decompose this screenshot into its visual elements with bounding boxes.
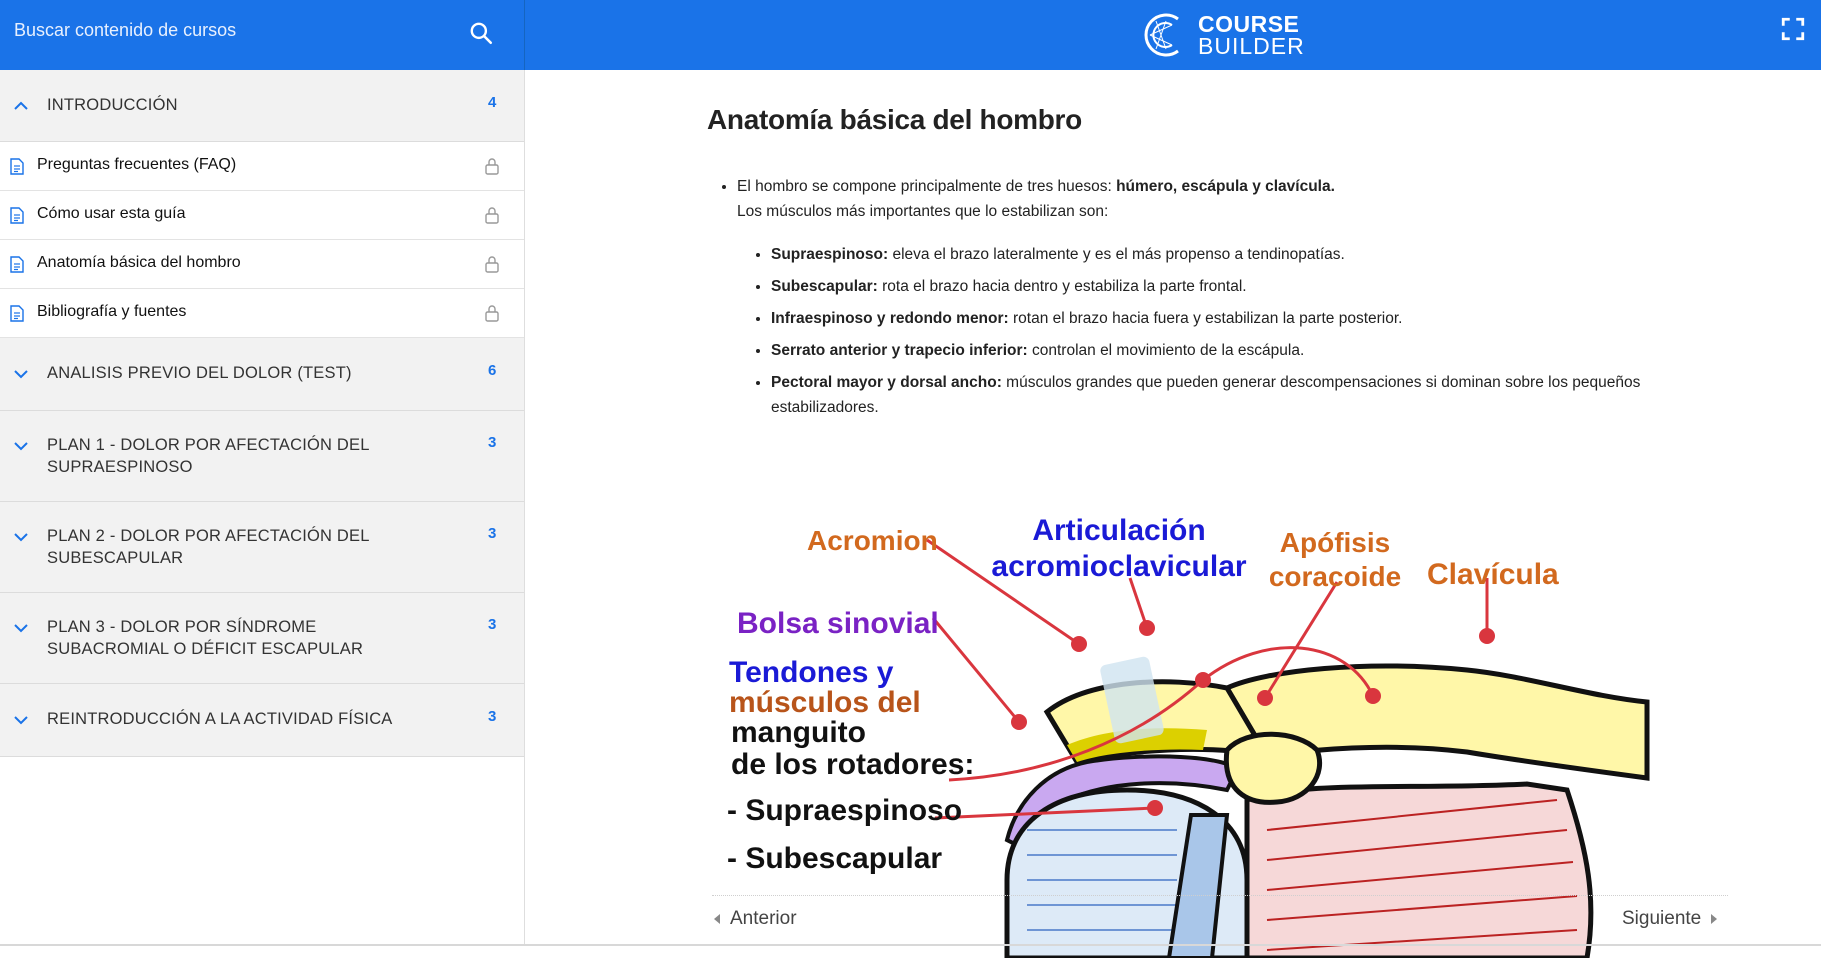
lesson-anatomia[interactable]: Anatomía básica del hombro bbox=[0, 240, 524, 289]
page-title: Anatomía básica del hombro bbox=[707, 104, 1082, 135]
label-tendones-1: Tendones y bbox=[729, 656, 894, 689]
chevron-down-icon[interactable] bbox=[12, 619, 30, 637]
section-count: 3 bbox=[488, 434, 497, 451]
document-icon bbox=[10, 305, 24, 322]
lesson-content: Anatomía básica del hombro El hombro se … bbox=[526, 70, 1821, 958]
muscle-desc: rota el brazo hacia dentro y estabiliza … bbox=[877, 278, 1247, 295]
label-articulacion-1: Articulación bbox=[1032, 514, 1205, 547]
label-acromion: Acromion bbox=[807, 525, 938, 556]
section-count: 6 bbox=[488, 362, 497, 379]
next-label: Siguiente bbox=[1622, 908, 1702, 929]
label-clavicula: Clavícula bbox=[1427, 558, 1559, 591]
label-supraespinoso: - Supraespinoso bbox=[727, 794, 962, 827]
lock-icon bbox=[485, 305, 499, 322]
muscle-item: Supraespinoso: eleva el brazo lateralmen… bbox=[771, 242, 1687, 267]
section-count: 4 bbox=[488, 94, 497, 111]
course-builder-logo: COURSE BUILDER bbox=[1142, 6, 1305, 64]
muscle-item: Infraespinoso y redondo menor: rotan el … bbox=[771, 306, 1687, 331]
lock-icon bbox=[485, 158, 499, 175]
shoulder-anatomy-figure: Acromion Articulación acromioclavicular … bbox=[727, 514, 1650, 958]
intro-text: El hombro se compone principalmente de t… bbox=[737, 178, 1117, 195]
lesson-label: Cómo usar esta guía bbox=[37, 205, 186, 222]
section-plan-3[interactable]: PLAN 3 - DOLOR POR SÍNDROME SUBACROMIAL … bbox=[0, 593, 524, 684]
document-icon bbox=[10, 207, 24, 224]
lesson-bibliografia[interactable]: Bibliografía y fuentes bbox=[0, 289, 524, 338]
section-title: REINTRODUCCIÓN A LA ACTIVIDAD FÍSICA bbox=[47, 710, 393, 728]
label-apofisis-2: coracoide bbox=[1269, 561, 1401, 592]
chevron-up-icon[interactable] bbox=[12, 97, 30, 115]
section-title: PLAN 1 - DOLOR POR AFECTACIÓN DEL SUPRAE… bbox=[47, 436, 370, 476]
muscle-item: Serrato anterior y trapecio inferior: co… bbox=[771, 338, 1687, 363]
section-count: 3 bbox=[488, 525, 497, 542]
search-input[interactable]: Buscar contenido de cursos bbox=[14, 20, 236, 41]
caret-left-icon bbox=[714, 914, 720, 924]
chevron-down-icon[interactable] bbox=[12, 528, 30, 546]
section-title: PLAN 3 - DOLOR POR SÍNDROME SUBACROMIAL … bbox=[47, 618, 364, 658]
top-bar: Buscar contenido de cursos COURSE BUILDE… bbox=[0, 0, 1821, 70]
logo-line1: COURSE bbox=[1198, 11, 1300, 37]
muscle-name: Infraespinoso y redondo menor: bbox=[771, 310, 1009, 327]
chevron-down-icon[interactable] bbox=[12, 365, 30, 383]
search-bar[interactable]: Buscar contenido de cursos bbox=[0, 0, 525, 70]
logo-line2: BUILDER bbox=[1198, 33, 1305, 59]
label-bolsa-sinovial: Bolsa sinovial bbox=[737, 607, 939, 640]
intro-bold: húmero, escápula y clavícula. bbox=[1116, 178, 1335, 195]
lesson-nav-divider bbox=[712, 895, 1728, 896]
section-title: ANALISIS PREVIO DEL DOLOR (TEST) bbox=[47, 364, 352, 382]
label-tendones-2: músculos del bbox=[729, 686, 921, 719]
lesson-faq[interactable]: Preguntas frecuentes (FAQ) bbox=[0, 142, 524, 191]
lesson-label: Bibliografía y fuentes bbox=[37, 303, 187, 320]
lesson-body: El hombro se compone principalmente de t… bbox=[707, 174, 1687, 427]
section-plan-1[interactable]: PLAN 1 - DOLOR POR AFECTACIÓN DEL SUPRAE… bbox=[0, 411, 524, 502]
muscle-desc: eleva el brazo lateralmente y es el más … bbox=[888, 246, 1345, 263]
muscle-name: Serrato anterior y trapecio inferior: bbox=[771, 342, 1028, 359]
lock-icon bbox=[485, 256, 499, 273]
logo-mark-icon bbox=[1144, 13, 1179, 57]
section-analisis[interactable]: ANALISIS PREVIO DEL DOLOR (TEST) 6 bbox=[0, 338, 524, 411]
lock-icon bbox=[485, 207, 499, 224]
previous-button[interactable]: Anterior bbox=[712, 908, 797, 930]
next-button[interactable]: Siguiente bbox=[1622, 908, 1719, 930]
fullscreen-icon[interactable] bbox=[1780, 16, 1806, 42]
lesson-label: Preguntas frecuentes (FAQ) bbox=[37, 156, 237, 173]
section-count: 3 bbox=[488, 708, 497, 725]
muscle-item: Pectoral mayor y dorsal ancho: músculos … bbox=[771, 370, 1687, 420]
course-sidebar: INTRODUCCIÓN 4 Preguntas frecuentes (FAQ… bbox=[0, 70, 525, 946]
lesson-label: Anatomía básica del hombro bbox=[37, 254, 241, 271]
muscle-desc: rotan el brazo hacia fuera y estabilizan… bbox=[1008, 310, 1403, 327]
label-apofisis-1: Apófisis bbox=[1280, 527, 1390, 558]
section-title: PLAN 2 - DOLOR POR AFECTACIÓN DEL SUBESC… bbox=[47, 527, 370, 567]
search-icon[interactable] bbox=[468, 20, 494, 46]
muscle-name: Pectoral mayor y dorsal ancho: bbox=[771, 374, 1002, 391]
section-count: 3 bbox=[488, 616, 497, 633]
chevron-down-icon[interactable] bbox=[12, 711, 30, 729]
muscle-desc: controlan el movimiento de la escápula. bbox=[1027, 342, 1305, 359]
previous-label: Anterior bbox=[730, 908, 797, 929]
section-title: INTRODUCCIÓN bbox=[47, 96, 178, 114]
label-subescapular: - Subescapular bbox=[727, 842, 942, 875]
section-plan-2[interactable]: PLAN 2 - DOLOR POR AFECTACIÓN DEL SUBESC… bbox=[0, 502, 524, 593]
chevron-down-icon[interactable] bbox=[12, 437, 30, 455]
document-icon bbox=[10, 158, 24, 175]
muscle-item: Subescapular: rota el brazo hacia dentro… bbox=[771, 274, 1687, 299]
label-tendones-3: manguito bbox=[731, 716, 866, 749]
intro-bullet: El hombro se compone principalmente de t… bbox=[737, 174, 1687, 420]
muscle-name: Subescapular: bbox=[771, 278, 878, 295]
label-tendones-4: de los rotadores: bbox=[731, 748, 974, 781]
intro-line2: Los músculos más importantes que lo esta… bbox=[737, 203, 1109, 220]
label-articulacion-2: acromioclavicular bbox=[991, 550, 1246, 583]
document-icon bbox=[10, 256, 24, 273]
caret-right-icon bbox=[1711, 914, 1718, 924]
lesson-como-usar[interactable]: Cómo usar esta guía bbox=[0, 191, 524, 240]
muscle-name: Supraespinoso: bbox=[771, 246, 889, 263]
section-introduccion[interactable]: INTRODUCCIÓN 4 bbox=[0, 70, 524, 142]
section-reintroduccion[interactable]: REINTRODUCCIÓN A LA ACTIVIDAD FÍSICA 3 bbox=[0, 684, 524, 757]
